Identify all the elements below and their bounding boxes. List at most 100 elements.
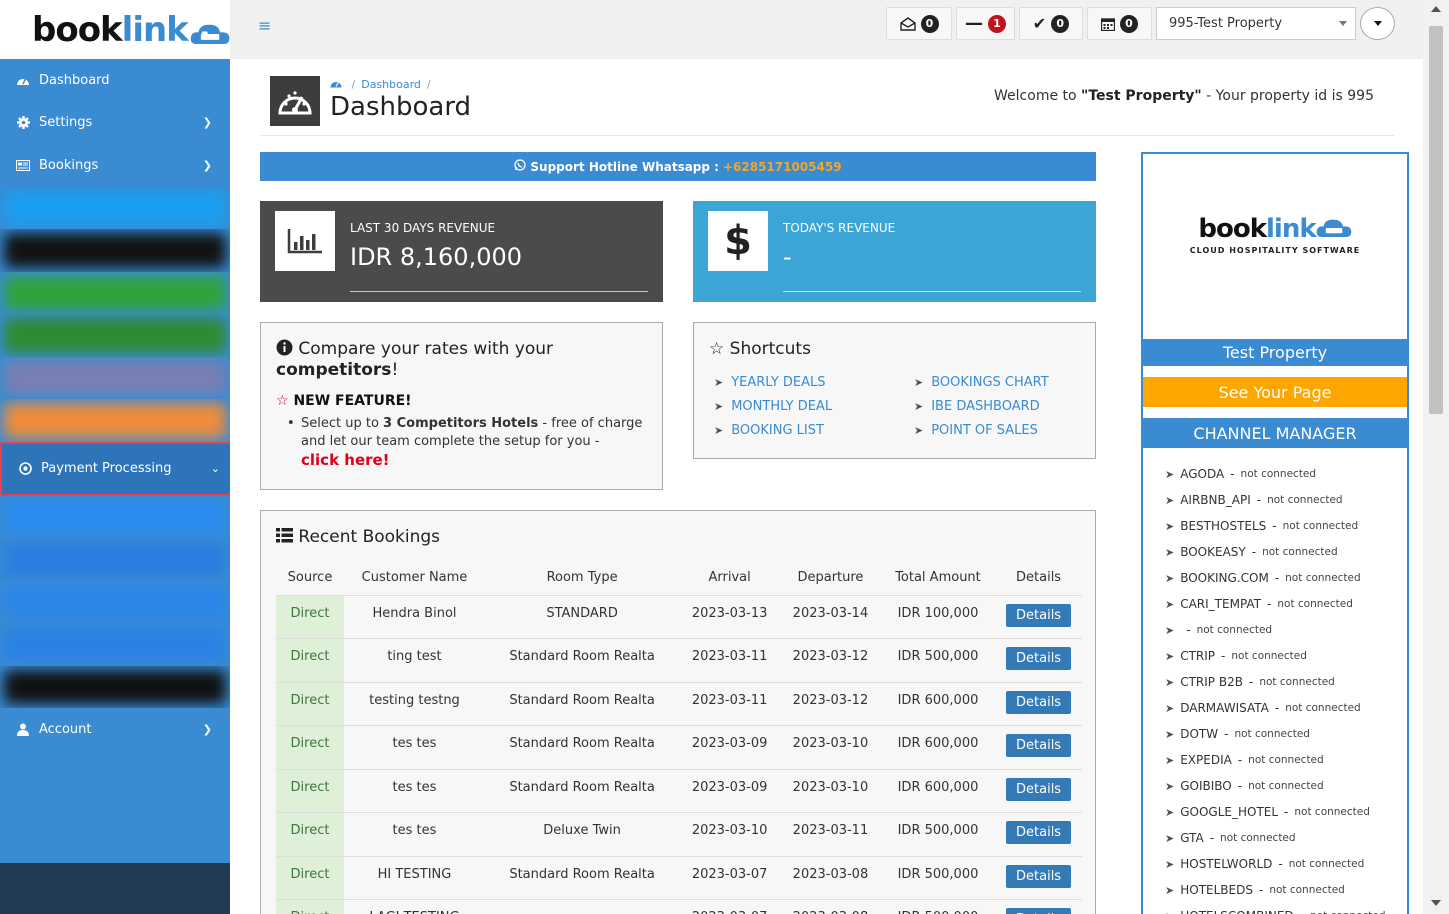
table-cell: 2023-03-10 bbox=[780, 725, 881, 770]
channel-item[interactable]: ➤ CTRIP - not connected bbox=[1165, 643, 1405, 669]
channel-status: not connected bbox=[1248, 754, 1324, 766]
sidebar-item-redacted[interactable] bbox=[0, 666, 230, 709]
property-select[interactable]: 995-Test Property bbox=[1156, 7, 1356, 40]
recent-bookings-title: Recent Bookings bbox=[298, 527, 441, 547]
sidebar-item-dashboard[interactable]: Dashboard bbox=[0, 59, 230, 102]
calendar-button[interactable]: 0 bbox=[1087, 7, 1152, 40]
channel-name: CTRIP B2B bbox=[1180, 675, 1243, 689]
channel-item[interactable]: ➤ BOOKING.COM - not connected bbox=[1165, 565, 1405, 591]
sidebar-item-account[interactable]: Account ❯ bbox=[0, 708, 230, 751]
sidebar-item-bookings[interactable]: Bookings ❯ bbox=[0, 144, 230, 187]
sidebar-item-redacted[interactable] bbox=[0, 229, 230, 272]
shortcut-booking-list[interactable]: ➤ BOOKING LIST bbox=[714, 423, 824, 438]
channel-item[interactable]: ➤ BOOKEASY - not connected bbox=[1165, 539, 1405, 565]
table-cell: Direct bbox=[276, 595, 344, 639]
shortcut-yearly-deals[interactable]: ➤ YEARLY DEALS bbox=[714, 375, 826, 390]
channel-item[interactable]: ➤ EXPEDIA - not connected bbox=[1165, 747, 1405, 773]
topbar: ≡ 0 — 1 ✔ 0 0 995-Test Property bbox=[230, 0, 1423, 59]
sidebar-item-redacted[interactable] bbox=[0, 581, 230, 624]
channel-item[interactable]: ➤ GTA - not connected bbox=[1165, 825, 1405, 851]
channel-item[interactable]: ➤HOTELSCOMBINED-not connected bbox=[1165, 903, 1405, 914]
tasks-button[interactable]: ✔ 0 bbox=[1019, 7, 1083, 40]
sidebar-item-redacted[interactable] bbox=[0, 187, 230, 230]
table-cell: 2023-03-12 bbox=[780, 638, 881, 683]
sidebar-item-redacted[interactable] bbox=[0, 357, 230, 400]
channel-item[interactable]: ➤ BESTHOSTELS - not connected bbox=[1165, 513, 1405, 539]
support-hotline-banner[interactable]: Support Hotline Whatsapp : +628517100545… bbox=[260, 152, 1096, 181]
table-row: Direct ting test Standard Room Realta 2023-… bbox=[276, 638, 1082, 683]
channel-item[interactable]: ➤ GOIBIBO - not connected bbox=[1165, 773, 1405, 799]
channel-item[interactable]: ➤ GOOGLE_HOTEL - not connected bbox=[1165, 799, 1405, 825]
alerts-button[interactable]: — 1 bbox=[956, 7, 1015, 40]
channel-item[interactable]: ➤ CTRIP B2B - not connected bbox=[1165, 669, 1405, 695]
channel-item[interactable]: ➤ DOTW - not connected bbox=[1165, 721, 1405, 747]
channel-name: BOOKEASY bbox=[1180, 545, 1246, 559]
channel-item[interactable]: ➤ - not connected bbox=[1165, 617, 1405, 643]
details-button[interactable]: Details bbox=[1006, 908, 1072, 914]
channel-item[interactable]: ➤ AGODA - not connected bbox=[1165, 461, 1405, 487]
shortcut-ibe-dashboard[interactable]: ➤ IBE DASHBOARD bbox=[914, 399, 1040, 414]
details-button[interactable]: Details bbox=[1006, 647, 1072, 670]
channel-name: GTA bbox=[1180, 831, 1204, 845]
table-cell: IDR 100,000 bbox=[880, 595, 996, 639]
details-button[interactable]: Details bbox=[1006, 690, 1072, 714]
table-row: Direct HI TESTING Standard Room Realta 2023… bbox=[276, 856, 1082, 900]
details-button[interactable]: Details bbox=[1006, 864, 1072, 888]
shortcut-point-of-sales[interactable]: ➤ POINT OF SALES bbox=[914, 423, 1038, 438]
breadcrumb-dashboard-link[interactable]: Dashboard bbox=[361, 78, 421, 91]
minus-icon: — bbox=[965, 13, 983, 34]
table-cell: Standard Room Realta bbox=[484, 856, 680, 900]
bookings-icon bbox=[16, 159, 30, 171]
scrollbar-thumb[interactable] bbox=[1429, 26, 1443, 414]
chevron-right-icon: ➤ bbox=[914, 376, 924, 389]
channel-status: not connected bbox=[1285, 572, 1361, 584]
table-cell: tes tes bbox=[344, 725, 485, 770]
table-cell: Hendra Binol bbox=[344, 595, 485, 639]
chevron-right-icon: ➤ bbox=[1165, 910, 1174, 914]
channel-manager-header: CHANNEL MANAGER bbox=[1143, 418, 1407, 448]
channel-name: AGODA bbox=[1180, 467, 1225, 481]
chevron-right-icon: ➤ bbox=[1165, 675, 1175, 689]
main-content: / Dashboard / Dashboard Welcome to "Test P… bbox=[230, 59, 1423, 914]
sidebar-item-redacted[interactable] bbox=[0, 272, 230, 315]
scroll-up-arrow-icon[interactable] bbox=[1431, 6, 1441, 12]
sidebar-item-settings[interactable]: Settings ❯ bbox=[0, 102, 230, 145]
channel-item[interactable]: ➤ AIRBNB_API - not connected bbox=[1165, 487, 1405, 513]
channel-item[interactable]: ➤ HOTELBEDS - not connected bbox=[1165, 877, 1405, 903]
sidebar-item-label: Payment Processing bbox=[41, 461, 172, 476]
table-cell: HI TESTING bbox=[344, 856, 485, 900]
column-header: Source bbox=[276, 561, 344, 596]
hotline-number[interactable]: +6285171005459 bbox=[723, 160, 842, 174]
shortcut-bookings-chart[interactable]: ➤ BOOKINGS CHART bbox=[914, 375, 1049, 390]
table-cell: Direct bbox=[276, 725, 344, 770]
click-here-link[interactable]: click here! bbox=[301, 451, 390, 469]
channel-item[interactable]: ➤ CARI_TEMPAT - not connected bbox=[1165, 591, 1405, 617]
home-dashboard-icon[interactable] bbox=[330, 78, 346, 91]
shortcuts-title: Shortcuts bbox=[729, 339, 811, 359]
sidebar-item-redacted[interactable] bbox=[0, 623, 230, 666]
brand-logo[interactable]: booklink bbox=[0, 0, 230, 59]
speedometer-icon bbox=[270, 76, 320, 126]
sidebar-item-redacted[interactable] bbox=[0, 399, 230, 442]
details-button[interactable]: Details bbox=[1006, 821, 1072, 844]
sidebar-item-redacted[interactable] bbox=[0, 538, 230, 581]
channel-status: not connected bbox=[1259, 676, 1335, 688]
channel-item[interactable]: ➤ DARMAWISATA - not connected bbox=[1165, 695, 1405, 721]
channel-item[interactable]: ➤ HOSTELWORLD - not connected bbox=[1165, 851, 1405, 877]
hamburger-menu-icon[interactable]: ≡ bbox=[258, 18, 272, 34]
sidebar-item-payment-processing[interactable]: Payment Processing ⌄ bbox=[0, 441, 236, 496]
user-menu-button[interactable] bbox=[1360, 7, 1395, 40]
messages-button[interactable]: 0 bbox=[886, 7, 952, 40]
page-scrollbar[interactable] bbox=[1423, 0, 1449, 914]
details-button[interactable]: Details bbox=[1006, 734, 1072, 757]
see-your-page-button[interactable]: See Your Page bbox=[1143, 377, 1407, 407]
breadcrumb: / Dashboard / bbox=[330, 78, 437, 91]
shortcut-monthly-deal[interactable]: ➤ MONTHLY DEAL bbox=[714, 399, 832, 414]
chevron-right-icon: ➤ bbox=[1165, 857, 1175, 871]
scroll-down-arrow-icon[interactable] bbox=[1431, 900, 1441, 906]
details-button[interactable]: Details bbox=[1006, 603, 1072, 627]
sidebar-item-redacted[interactable] bbox=[0, 496, 230, 539]
details-button[interactable]: Details bbox=[1006, 777, 1072, 801]
sidebar-item-redacted[interactable] bbox=[0, 314, 230, 357]
chevron-right-icon: ❯ bbox=[202, 158, 212, 172]
